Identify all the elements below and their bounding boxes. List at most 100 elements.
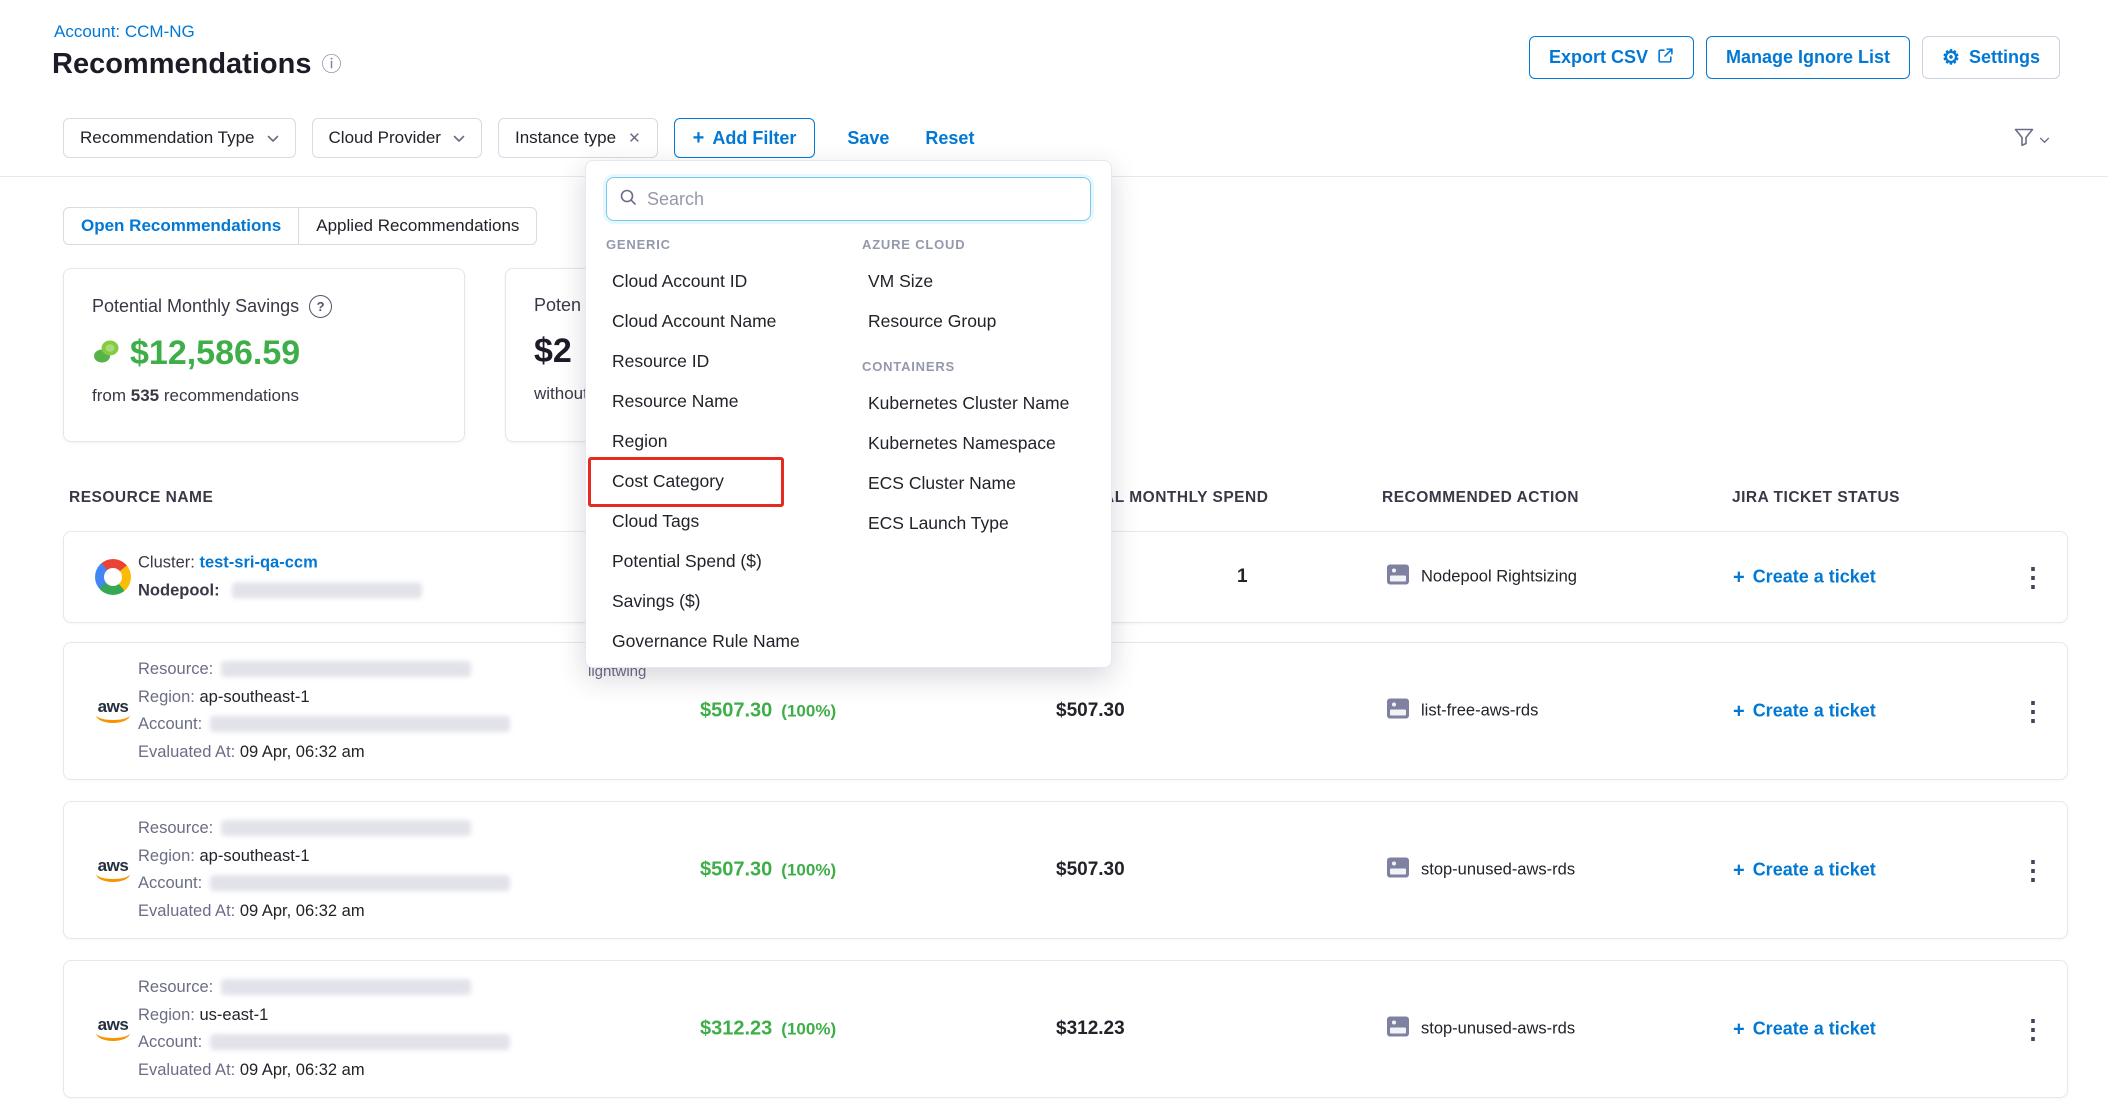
redacted-value — [210, 1034, 510, 1050]
filter-option-region[interactable]: Region — [606, 421, 850, 461]
settings-button[interactable]: ⚙ Settings — [1922, 36, 2060, 79]
save-filter-button[interactable]: Save — [847, 128, 889, 149]
savings-amount-row: $12,586.59 — [92, 334, 436, 373]
action-icon — [1386, 1016, 1410, 1043]
filter-option-governance-rule-name[interactable]: Governance Rule Name — [606, 621, 850, 661]
monthly-spend-cell: $507.30 — [1056, 700, 1125, 722]
section-header-generic: GENERIC — [606, 235, 850, 255]
create-ticket-button[interactable]: + Create a ticket — [1733, 1019, 1876, 1040]
recommended-action-cell: stop-unused-aws-rds — [1386, 857, 1575, 884]
row-menu-icon[interactable]: ⋮ — [2020, 698, 2046, 724]
add-filter-button[interactable]: + Add Filter — [674, 118, 816, 158]
filter-chip-instance-type[interactable]: Instance type ✕ — [498, 118, 658, 158]
filter-option-ecs-launch-type[interactable]: ECS Launch Type — [862, 503, 1102, 543]
region-label: Region: — [138, 688, 195, 706]
chevron-down-icon — [2039, 131, 2050, 149]
filter-option-vm-size[interactable]: VM Size — [862, 261, 1102, 301]
savings-amount: $12,586.59 — [130, 334, 300, 373]
redacted-value — [221, 820, 471, 836]
evaluated-at-value: 09 Apr, 06:32 am — [240, 1061, 365, 1079]
tab-open-recommendations[interactable]: Open Recommendations — [64, 208, 298, 244]
redacted-value — [210, 716, 510, 732]
table-row[interactable]: aws Resource: Region: us-east-1 Account:… — [63, 960, 2068, 1098]
filter-option-potential-spend[interactable]: Potential Spend ($) — [606, 541, 850, 581]
export-csv-button[interactable]: Export CSV — [1529, 36, 1694, 79]
resource-cell: Resource: Region: ap-southeast-1 Account… — [138, 815, 510, 925]
reset-filter-button[interactable]: Reset — [925, 128, 974, 149]
tab-applied-recommendations[interactable]: Applied Recommendations — [298, 208, 536, 244]
export-csv-label: Export CSV — [1549, 47, 1648, 68]
row-menu-icon[interactable]: ⋮ — [2020, 857, 2046, 883]
filter-option-savings[interactable]: Savings ($) — [606, 581, 850, 621]
region-label: Region: — [138, 847, 195, 865]
filter-option-cloud-tags[interactable]: Cloud Tags — [606, 501, 850, 541]
account-breadcrumb[interactable]: Account: CCM-NG — [54, 22, 195, 42]
chevron-down-icon — [453, 128, 465, 148]
plus-icon: + — [1733, 567, 1745, 587]
create-ticket-button[interactable]: + Create a ticket — [1733, 567, 1876, 588]
dropdown-column-left: GENERIC Cloud Account ID Cloud Account N… — [606, 235, 850, 661]
filter-option-resource-id[interactable]: Resource ID — [606, 341, 850, 381]
chevron-down-icon — [267, 128, 279, 148]
savings-value: $507.30 — [700, 700, 772, 722]
filter-panel-toggle[interactable] — [2014, 128, 2050, 151]
card-title: Potential Monthly Savings — [92, 296, 299, 317]
filter-option-kubernetes-namespace[interactable]: Kubernetes Namespace — [862, 423, 1102, 463]
chip-label: Cloud Provider — [329, 128, 441, 148]
section-header-containers: CONTAINERS — [862, 357, 1102, 377]
filter-chip-cloud-provider[interactable]: Cloud Provider — [312, 118, 482, 158]
filter-option-cloud-account-id[interactable]: Cloud Account ID — [606, 261, 850, 301]
row-menu-icon[interactable]: ⋮ — [2020, 564, 2046, 590]
coins-icon — [92, 338, 120, 369]
row-menu-icon[interactable]: ⋮ — [2020, 1016, 2046, 1042]
savings-value: $312.23 — [700, 1018, 772, 1040]
filter-option-cloud-account-name[interactable]: Cloud Account Name — [606, 301, 850, 341]
resource-cell: Cluster: test-sri-qa-ccm Nodepool: — [138, 550, 422, 605]
monthly-spend-cell: $507.30 — [1056, 859, 1125, 881]
redacted-value — [221, 661, 471, 677]
potential-savings-cell: $507.30(100%) — [700, 700, 836, 723]
monthly-spend-cell: $312.23 — [1056, 1018, 1125, 1040]
spend-value-partial: 1 — [1237, 566, 1248, 588]
help-icon[interactable]: ? — [309, 295, 332, 318]
create-ticket-button[interactable]: + Create a ticket — [1733, 701, 1876, 722]
dropdown-search-box[interactable] — [606, 177, 1091, 221]
resource-label: Resource: — [138, 819, 213, 837]
header-actions: Export CSV Manage Ignore List ⚙ Settings — [1529, 36, 2060, 79]
search-icon — [619, 188, 637, 211]
cluster-label: Cluster: — [138, 554, 195, 572]
evaluated-at-label: Evaluated At: — [138, 743, 235, 761]
create-ticket-button[interactable]: + Create a ticket — [1733, 860, 1876, 881]
filter-chip-recommendation-type[interactable]: Recommendation Type — [63, 118, 296, 158]
action-icon — [1386, 857, 1410, 884]
info-icon[interactable]: ⓘ — [321, 55, 341, 75]
savings-percent: (100%) — [781, 1020, 836, 1039]
resource-label: Resource: — [138, 660, 213, 678]
filter-option-cost-category[interactable]: Cost Category — [606, 461, 850, 501]
column-header-jira-ticket-status: JIRA TICKET STATUS — [1732, 489, 1900, 507]
chip-label: Instance type — [515, 128, 616, 148]
action-label: list-free-aws-rds — [1421, 702, 1538, 721]
evaluated-at-value: 09 Apr, 06:32 am — [240, 743, 365, 761]
table-row[interactable]: aws Resource: Region: ap-southeast-1 Acc… — [63, 801, 2068, 939]
aws-icon: aws — [90, 699, 136, 723]
search-input[interactable] — [647, 189, 1078, 210]
resource-label: Resource: — [138, 978, 213, 996]
aws-icon: aws — [90, 858, 136, 882]
gcp-icon — [90, 559, 136, 595]
filter-option-kubernetes-cluster-name[interactable]: Kubernetes Cluster Name — [862, 383, 1102, 423]
evaluated-at-value: 09 Apr, 06:32 am — [240, 902, 365, 920]
action-icon — [1386, 698, 1410, 725]
cluster-link[interactable]: test-sri-qa-ccm — [199, 554, 317, 572]
filter-bar: Recommendation Type Cloud Provider Insta… — [63, 118, 974, 158]
filter-option-resource-group[interactable]: Resource Group — [862, 301, 1102, 341]
savings-value: $507.30 — [700, 859, 772, 881]
action-label: stop-unused-aws-rds — [1421, 861, 1575, 880]
savings-subtext: from 535 recommendations — [92, 386, 436, 406]
plus-icon: + — [1733, 1019, 1745, 1039]
close-icon[interactable]: ✕ — [628, 129, 641, 147]
filter-option-ecs-cluster-name[interactable]: ECS Cluster Name — [862, 463, 1102, 503]
recommended-action-cell: Nodepool Rightsizing — [1386, 564, 1577, 591]
manage-ignore-list-button[interactable]: Manage Ignore List — [1706, 36, 1910, 79]
filter-option-resource-name[interactable]: Resource Name — [606, 381, 850, 421]
